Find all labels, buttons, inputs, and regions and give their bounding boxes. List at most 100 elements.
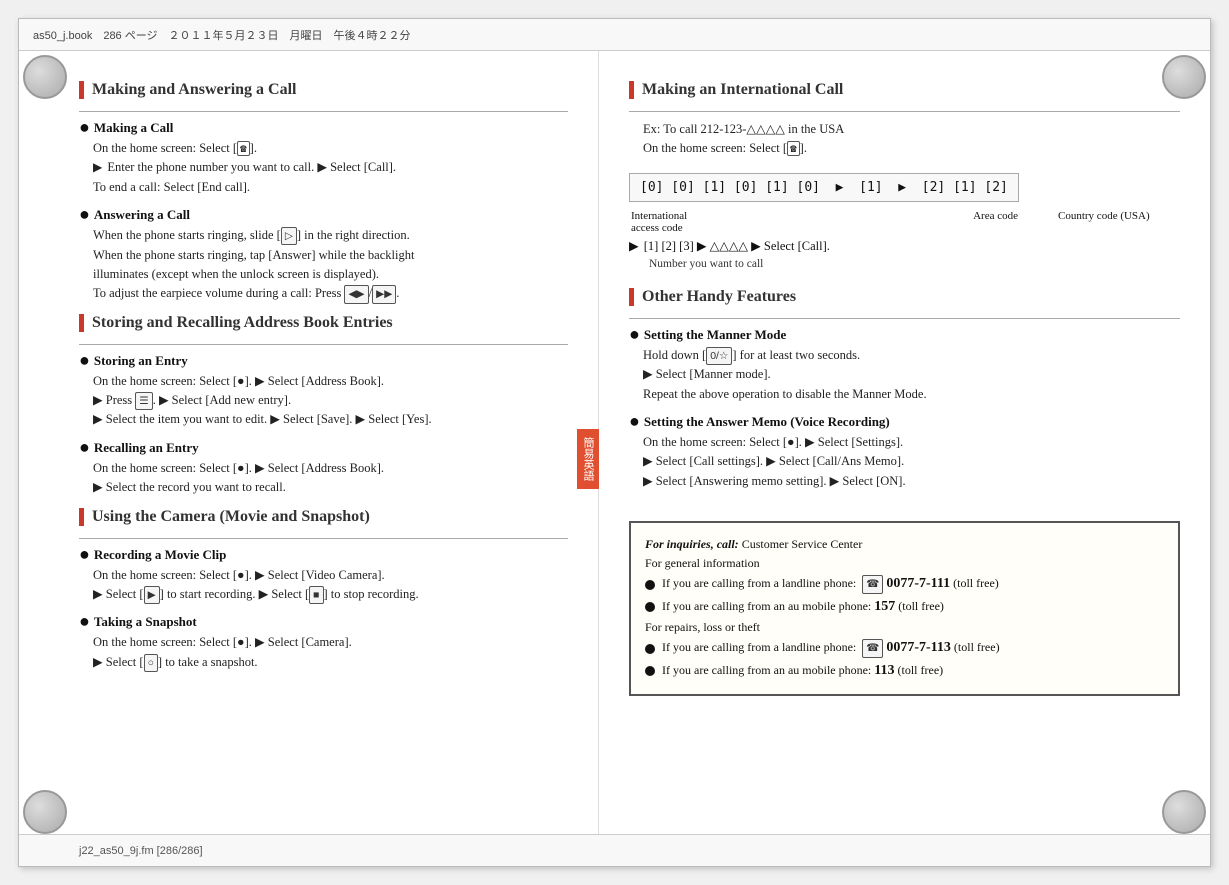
shutter-icon: ○	[144, 654, 158, 672]
answer-line-1: When the phone starts ringing, slide [▷]…	[93, 226, 568, 245]
bullet-label-answering: Answering a Call	[94, 207, 190, 223]
manner-line-1: Hold down [0/☆] for at least two seconds…	[643, 346, 1180, 365]
inquiry-box: For inquiries, call: Customer Service Ce…	[629, 521, 1180, 696]
inquiry-item-2: If you are calling from an au mobile pho…	[645, 596, 1164, 618]
bullet-answer-memo: ● Setting the Answer Memo (Voice Recordi…	[629, 414, 1180, 491]
bullet-label-snapshot: Taking a Snapshot	[94, 614, 197, 630]
bullet-title-snapshot: ● Taking a Snapshot	[79, 614, 568, 630]
intl-line-2: On the home screen: Select [☎].	[643, 139, 1180, 158]
record-line-2: ▶ Select [▶] to start recording. ▶ Selec…	[93, 585, 568, 604]
power-key-icon: 0/☆	[706, 347, 732, 365]
manner-line-3: Repeat the above operation to disable th…	[643, 385, 1180, 404]
bullet-dot-3: ●	[79, 351, 90, 369]
left-column: Making and Answering a Call ● Making a C…	[19, 51, 599, 866]
bullet-title-answer-memo: ● Setting the Answer Memo (Voice Recordi…	[629, 414, 1180, 430]
bullet-label: Making a Call	[94, 120, 173, 136]
intl-step2: ▶ [1] [2] [3] ▶ △△△△ ▶ Select [Call].	[629, 238, 1180, 254]
tollfree-4: (toll free)	[898, 663, 944, 677]
intl-diagram: [0] [0] [1] [0] [1] [0] ▶ [1] ▶ [2] [1] …	[629, 173, 1019, 202]
section-divider-3	[79, 538, 568, 539]
recall-line-1: On the home screen: Select [●]. ▶ Select…	[93, 459, 568, 478]
inquiry-header-line: For inquiries, call: Customer Service Ce…	[645, 535, 1164, 554]
bullet-title-manner: ● Setting the Manner Mode	[629, 327, 1180, 343]
bullet-body-answer-memo: On the home screen: Select [●]. ▶ Select…	[629, 433, 1180, 491]
section-heading-storing: Storing and Recalling Address Book Entri…	[79, 314, 568, 332]
label-intl: Internationalaccess code	[631, 210, 761, 234]
bullet-label-recalling: Recalling an Entry	[94, 440, 199, 456]
bullet-manner-mode: ● Setting the Manner Mode Hold down [0/☆…	[629, 327, 1180, 404]
section-heading-intl: Making an International Call	[629, 81, 1180, 99]
bullet-label-answer-memo: Setting the Answer Memo (Voice Recording…	[644, 414, 890, 430]
diagram-seg2: [2] [1] [2]	[922, 180, 1008, 195]
inquiry-general-label: For general information	[645, 554, 1164, 573]
memo-line-3: ▶ Select [Answering memo setting]. ▶ Sel…	[643, 472, 1180, 491]
bullet-label-recording: Recording a Movie Clip	[94, 547, 227, 563]
right-column: Making an International Call Ex: To call…	[599, 51, 1210, 866]
section-divider-other	[629, 318, 1180, 319]
inquiry-label: For inquiries, call:	[645, 537, 739, 551]
bullet-body-storing: On the home screen: Select [●]. ▶ Select…	[79, 372, 568, 430]
phone-icon-inquiry-1: ☎	[862, 575, 883, 594]
line-3: To end a call: Select [End call].	[93, 178, 568, 197]
inquiry-item-1: If you are calling from a landline phone…	[645, 573, 1164, 595]
inquiry-item-4: If you are calling from an au mobile pho…	[645, 660, 1164, 682]
intl-line-1: Ex: To call 212-123-△△△△ in the USA	[643, 120, 1180, 139]
line-2: ▶ Enter the phone number you want to cal…	[93, 158, 568, 177]
bullet-body-snapshot: On the home screen: Select [●]. ▶ Select…	[79, 633, 568, 672]
bullet-recording: ● Recording a Movie Clip On the home scr…	[79, 547, 568, 605]
inquiry-dot-2	[645, 602, 655, 612]
section-divider-1	[79, 111, 568, 112]
step2-arrow: ▶	[629, 239, 639, 253]
intl-diagram-container: [0] [0] [1] [0] [1] [0] ▶ [1] ▶ [2] [1] …	[629, 167, 1180, 234]
bullet-dot-2: ●	[79, 205, 90, 223]
bullet-title-storing: ● Storing an Entry	[79, 353, 568, 369]
bullet-dot-7: ●	[629, 325, 640, 343]
phone-icon-intl: ☎	[787, 141, 800, 156]
bullet-body-answering: When the phone starts ringing, slide [▷]…	[79, 226, 568, 304]
inquiry-dot-4	[645, 666, 655, 676]
bullet-recalling: ● Recalling an Entry On the home screen:…	[79, 440, 568, 498]
bottom-filename: j22_as50_9j.fm	[79, 845, 154, 857]
inquiry-header-rest: Customer Service Center	[742, 537, 863, 551]
bullet-body-making-a-call: On the home screen: Select [☎]. ▶ Enter …	[79, 139, 568, 197]
memo-line-1: On the home screen: Select [●]. ▶ Select…	[643, 433, 1180, 452]
diagram-keys: [0] [0] [1] [0] [1] [0]	[640, 180, 820, 195]
bullet-title-answering: ● Answering a Call	[79, 207, 568, 223]
label-area: Area code	[761, 210, 1058, 234]
vol-up-icon: ▶▶	[372, 285, 396, 303]
japanese-tab: 簡易英語	[577, 429, 599, 489]
record-stop-icon: ■	[309, 586, 323, 604]
top-bar-text: as50_j.book 286 ページ ２０１１年５月２３日 月曜日 午後４時２…	[33, 27, 411, 43]
bullet-label-manner: Setting the Manner Mode	[644, 327, 786, 343]
section-divider-2	[79, 344, 568, 345]
label-country: Country code (USA)	[1058, 210, 1178, 234]
memo-line-2: ▶ Select [Call settings]. ▶ Select [Call…	[643, 452, 1180, 471]
vol-down-icon: ◀▶	[344, 285, 368, 303]
page-container: as50_j.book 286 ページ ２０１１年５月２３日 月曜日 午後４時２…	[18, 18, 1211, 867]
snap-line-2: ▶ Select [○] to take a snapshot.	[93, 653, 568, 672]
top-bar: as50_j.book 286 ページ ２０１１年５月２３日 月曜日 午後４時２…	[19, 19, 1210, 51]
inquiry-dot-3	[645, 644, 655, 654]
bullet-dot-5: ●	[79, 545, 90, 563]
bullet-body-recalling: On the home screen: Select [●]. ▶ Select…	[79, 459, 568, 498]
diagram-labels: Internationalaccess code Area code Count…	[629, 210, 1180, 234]
bullet-answering-a-call: ● Answering a Call When the phone starts…	[79, 207, 568, 304]
bullet-storing: ● Storing an Entry On the home screen: S…	[79, 353, 568, 430]
phone-icon-inquiry-2: ☎	[862, 639, 883, 658]
slide-icon: ▷	[281, 227, 297, 245]
bullet-title-making-a-call: ● Making a Call	[79, 120, 568, 136]
bullet-dot-6: ●	[79, 612, 90, 630]
section-heading-other: Other Handy Features	[629, 288, 1180, 306]
bullet-snapshot: ● Taking a Snapshot On the home screen: …	[79, 614, 568, 672]
manner-line-2: ▶ Select [Manner mode].	[643, 365, 1180, 384]
record-start-icon: ▶	[144, 586, 160, 604]
section-intl-call: Making an International Call Ex: To call…	[629, 81, 1180, 270]
number-1: 0077-7-111	[886, 576, 950, 591]
section-heading-camera: Using the Camera (Movie and Snapshot)	[79, 508, 568, 526]
store-line-3: ▶ Select the item you want to edit. ▶ Se…	[93, 410, 568, 429]
bullet-title-recalling: ● Recalling an Entry	[79, 440, 568, 456]
section-making-answering: Making and Answering a Call ● Making a C…	[79, 81, 568, 304]
bullet-body-manner: Hold down [0/☆] for at least two seconds…	[629, 346, 1180, 404]
number-4: 113	[874, 663, 894, 678]
bullet-label-storing: Storing an Entry	[94, 353, 188, 369]
